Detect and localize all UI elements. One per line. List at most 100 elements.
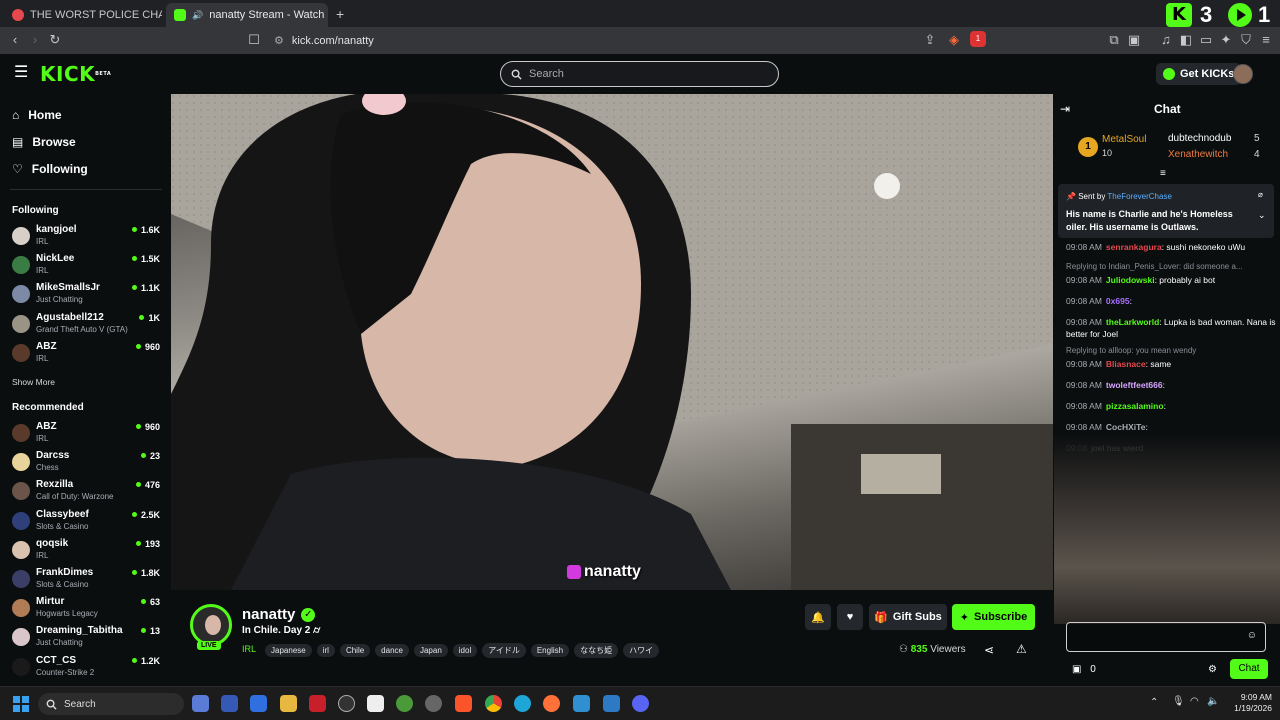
message-user[interactable]: theLarkworld [1106,317,1159,327]
chat-message[interactable]: 09:08 AM theLarkworld: Lupka is bad woman… [1066,316,1276,340]
chat-message[interactable]: 09:08 AM twoleftfeet666: [1066,379,1276,391]
brave-icon[interactable] [455,695,472,712]
stream-tag[interactable]: idol [452,644,478,657]
capcut-icon[interactable] [367,695,384,712]
streamer-avatar[interactable] [190,604,232,646]
address-bar[interactable]: ⚙ kick.com/nanatty [268,30,998,51]
hamburger-menu-icon[interactable]: ☰ [14,65,28,81]
brave-shields-icon[interactable]: ◈ [946,32,962,48]
ai-icon[interactable]: ✦ [1218,32,1234,48]
back-icon[interactable]: ‹ [7,32,23,48]
message-user[interactable]: twoleftfeet666 [1106,380,1163,390]
stream-tag[interactable]: ななち姫 [574,643,619,658]
chat-message[interactable]: 09:08 AM CocHXiTe: [1066,421,1276,433]
sidebar-item-following[interactable]: ♡ Following [12,162,88,176]
chat-input[interactable]: ☺ [1066,622,1266,652]
wallet-icon[interactable]: ▭ [1198,32,1214,48]
chat-message[interactable]: 09:08 AM pizzasalamino: [1066,400,1276,412]
stream-tag[interactable]: ハワイ [623,643,660,658]
stream-category[interactable]: IRL [242,644,256,654]
report-icon[interactable]: ⚠ [1016,642,1027,656]
leaderboard-second-user[interactable]: dubtechnodub [1168,133,1231,144]
music-icon[interactable]: ♫ [1158,32,1174,48]
streamer-name[interactable]: nanatty ✓ [242,606,316,623]
sidebar-item-browse[interactable]: ▤ Browse [12,135,76,149]
teams-icon[interactable] [221,695,238,712]
sidebar-channel-item[interactable]: NickLee IRL 1.5K [12,253,162,279]
chat-message[interactable]: 09:08 AM senrankagura: sushi nekoneko uWu [1066,241,1276,253]
browser-tab-active[interactable]: 🔊 nanatty Stream - Watch Live o ✕ [166,3,328,27]
chat-message[interactable]: 09:08 AM Bliasnace: same [1066,358,1276,370]
message-user[interactable]: Bliasnace [1106,359,1146,369]
subscribe-button[interactable]: ✦ Subscribe [952,604,1035,630]
edge-icon[interactable] [514,695,531,712]
chat-message[interactable]: 09:08 AM 0x695: [1066,295,1276,307]
reload-icon[interactable]: ↻ [47,32,63,48]
forward-icon[interactable]: › [27,32,43,48]
video-player[interactable]: nanatty [171,94,1053,590]
sidebar-channel-item[interactable]: Agustabell212 Grand Theft Auto V (GTA) 1K [12,312,162,338]
collapse-chat-icon[interactable]: ⇥ [1060,102,1070,116]
expand-leaderboard-icon[interactable]: ≡ [1160,168,1166,179]
tray-chevron-up-icon[interactable]: ⌃ [1150,697,1158,708]
bookmark-icon[interactable]: ☐ [246,32,262,48]
message-user[interactable]: CocHXiTe [1106,422,1146,432]
message-user[interactable]: 0x695 [1106,296,1130,306]
sidebar-icon[interactable]: ◧ [1178,32,1194,48]
wifi-icon[interactable]: ◠ [1190,696,1199,707]
remote-icon[interactable] [250,695,267,712]
volume-icon[interactable]: 🔈 [1207,696,1219,707]
sidebar-channel-item[interactable]: ABZ IRL 960 [12,341,162,367]
message-user[interactable]: Juliodowski [1106,275,1155,285]
leaderboard-top-user[interactable]: MetalSoul [1102,134,1146,145]
message-user[interactable]: senrankagura [1106,242,1162,252]
search-input[interactable]: Search [500,61,779,87]
leaderboard-third-user[interactable]: Xenathewitch [1168,149,1228,160]
new-tab-button[interactable]: + [336,6,344,22]
unpin-icon[interactable]: ⌀ [1258,190,1263,199]
show-more-link[interactable]: Show More [12,377,55,387]
chat-settings-icon[interactable]: ⚙ [1208,664,1217,675]
follow-button[interactable]: ♥ [837,604,863,630]
netflix-icon[interactable] [309,695,326,712]
pinned-sender[interactable]: TheForeverChase [1107,192,1171,201]
gift-subs-button[interactable]: 🎁 Gift Subs [869,604,947,630]
widgets-icon[interactable] [192,695,209,712]
sidebar-channel-item[interactable]: qoqsik IRL 193 [12,538,162,564]
stream-tag[interactable]: dance [375,644,409,657]
sidebar-channel-item[interactable]: FrankDimes Slots & Casino 1.8K [12,567,162,593]
message-user[interactable]: pizzasalamino [1106,401,1164,411]
stream-tag[interactable]: Japan [413,644,448,657]
sidebar-channel-item[interactable]: kangjoel IRL 1.6K [12,224,162,250]
sidebar-channel-item[interactable]: Mirtur Hogwarts Legacy 63 [12,596,162,622]
sidebar-channel-item[interactable]: Rexzilla Call of Duty: Warzone 476 [12,479,162,505]
sidebar-channel-item[interactable]: ABZ IRL 960 [12,421,162,447]
get-kicks-button[interactable]: Get KICKs [1156,63,1242,85]
sidebar-channel-item[interactable]: MikeSmallsJr Just Chatting 1.1K [12,282,162,308]
vscode-icon[interactable] [603,695,620,712]
sidebar-channel-item[interactable]: CCT_CS Counter-Strike 2 1.2K [12,655,162,681]
emoji-icon[interactable]: ☺ [1247,630,1257,641]
notification-bell-button[interactable]: 🔔 [805,604,831,630]
sidebar-channel-item[interactable]: Classybeef Slots & Casino 2.5K [12,509,162,535]
rewards-badge[interactable]: 1 [970,31,986,47]
clock-app-icon[interactable] [338,695,355,712]
discord-icon[interactable] [632,695,649,712]
file-explorer-icon[interactable] [280,695,297,712]
site-info-icon[interactable]: ⚙ [274,34,284,47]
chevron-down-icon[interactable]: ⌄ [1258,210,1266,221]
extensions-icon[interactable]: ⧉ [1106,32,1122,48]
stream-tag[interactable]: Chile [339,644,371,657]
sidebar-item-home[interactable]: ⌂ Home [12,108,62,122]
infinity-icon[interactable] [573,695,590,712]
send-chat-button[interactable]: Chat [1230,659,1268,679]
chrome-icon[interactable] [485,695,502,712]
share-icon[interactable]: ⋖ [984,643,994,657]
screenshot-icon[interactable]: ▣ [1126,32,1142,48]
stream-tag[interactable]: English [530,644,570,657]
stream-tag[interactable]: アイドル [482,643,526,658]
sidebar-channel-item[interactable]: Darcss Chess 23 [12,450,162,476]
obs-icon[interactable] [425,695,442,712]
stream-tag[interactable]: Japanese [265,644,312,657]
vpn-icon[interactable]: ⛉ [1238,32,1254,48]
